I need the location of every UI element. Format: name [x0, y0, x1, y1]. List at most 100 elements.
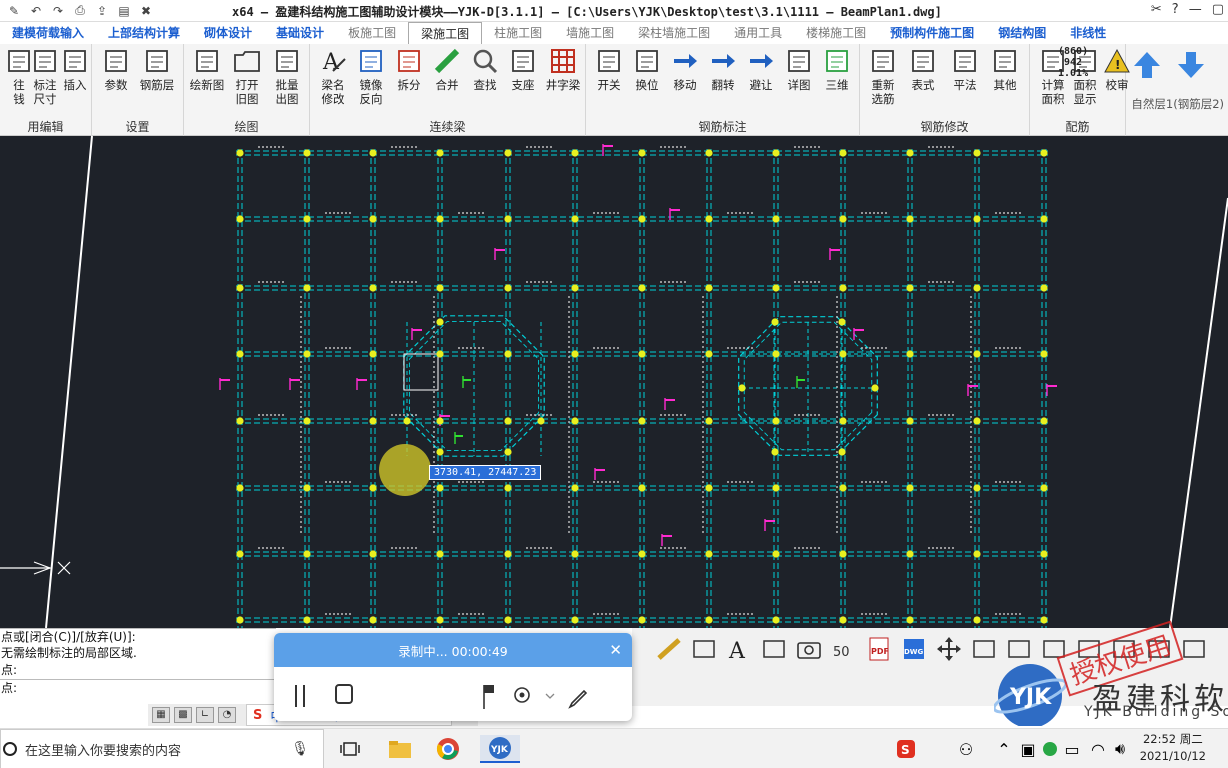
column-node: [772, 149, 780, 157]
ribbon-button[interactable]: 平法: [946, 46, 984, 114]
sogou-tray-icon[interactable]: S: [892, 735, 920, 763]
column-node: [906, 550, 914, 558]
module-tab[interactable]: 梁柱墙施工图: [626, 22, 722, 44]
snap-toggle-icon[interactable]: ▩: [174, 707, 192, 723]
redo-icon[interactable]: ↷: [50, 3, 66, 19]
polar-toggle-icon[interactable]: ◔: [218, 707, 236, 723]
tools-icon[interactable]: ✂: [1151, 2, 1162, 17]
pdf-icon[interactable]: PDF: [864, 634, 894, 664]
ribbon-group-title: 配筋: [1065, 120, 1090, 134]
ribbon-button[interactable]: 重新 选筋: [864, 46, 902, 114]
ribbon-button[interactable]: 井字梁: [544, 46, 582, 114]
measure-icon[interactable]: [689, 634, 719, 664]
text-style-icon[interactable]: A: [724, 634, 754, 664]
layer-down-icon[interactable]: [1176, 50, 1206, 80]
task-view-icon[interactable]: [336, 735, 364, 763]
ruler-icon[interactable]: [654, 634, 684, 664]
ribbon-button[interactable]: 表式: [904, 46, 942, 114]
export-icon[interactable]: ⇪: [94, 3, 110, 19]
pause-icon[interactable]: [295, 685, 305, 707]
ribbon-button[interactable]: 换位: [628, 46, 666, 114]
pen-icon[interactable]: [568, 689, 588, 709]
chrome-icon[interactable]: [434, 735, 462, 763]
module-tab[interactable]: 基础设计: [264, 22, 336, 44]
wrench-icon[interactable]: [759, 634, 789, 664]
column-node: [973, 417, 981, 425]
preview-icon[interactable]: ▤: [116, 3, 132, 19]
svg-text:PDF: PDF: [871, 647, 889, 656]
ribbon-button[interactable]: 支座: [504, 46, 542, 114]
drawing-canvas[interactable]: 3730.41, 27447.23: [0, 136, 1228, 628]
recording-popup: 录制中... 00:00:49 ✕: [274, 633, 632, 721]
ribbon-button[interactable]: 参数: [97, 46, 135, 114]
dropdown-caret-icon[interactable]: [545, 693, 555, 699]
ribbon-button[interactable]: 绘新图: [188, 46, 226, 114]
battery-icon[interactable]: ▭: [1058, 735, 1086, 763]
file-explorer-icon[interactable]: [386, 735, 414, 763]
yjk-taskbar-icon[interactable]: YJK: [480, 735, 520, 763]
app-edit-icon[interactable]: ✎: [6, 3, 22, 19]
drawing-border-line: [1169, 197, 1228, 628]
help-icon[interactable]: ?: [1172, 2, 1179, 17]
column-node: [504, 616, 512, 624]
module-tab[interactable]: 楼梯施工图: [794, 22, 878, 44]
command-input[interactable]: 点:: [0, 679, 276, 696]
print-icon[interactable]: ⎙: [72, 3, 88, 19]
people-icon[interactable]: ⚇: [952, 735, 980, 763]
layer-up-icon[interactable]: [1132, 50, 1162, 80]
module-tab[interactable]: 柱施工图: [482, 22, 554, 44]
ribbon-button[interactable]: 插入: [56, 46, 94, 114]
module-tab[interactable]: 预制构件施工图: [878, 22, 986, 44]
ribbon-button[interactable]: 三维: [818, 46, 856, 114]
module-tab[interactable]: 钢结构图: [986, 22, 1058, 44]
ribbon-button[interactable]: 合并: [428, 46, 466, 114]
column-node: [236, 550, 244, 558]
clock[interactable]: 22:52 周二 2021/10/12: [1140, 731, 1206, 765]
sogou-icon[interactable]: S: [253, 708, 262, 723]
module-tab[interactable]: 建模荷载输入: [0, 22, 96, 44]
ribbon-button[interactable]: 开关: [590, 46, 628, 114]
layer-selector[interactable]: 自然层1(钢筋层2): [1131, 96, 1224, 112]
webcam-icon[interactable]: [514, 687, 530, 703]
ribbon-button[interactable]: 翻转: [704, 46, 742, 114]
close-icon[interactable]: ✕: [609, 641, 622, 659]
ribbon-button[interactable]: 钢筋层: [138, 46, 176, 114]
taskbar-search[interactable]: 在这里输入你要搜索的内容 🎙︎: [0, 729, 324, 768]
ribbon-button[interactable]: 详图: [780, 46, 818, 114]
ortho-toggle-icon[interactable]: ∟: [196, 707, 214, 723]
minimize-icon[interactable]: —: [1189, 2, 1202, 17]
module-tab[interactable]: 板施工图: [336, 22, 408, 44]
ribbon-button[interactable]: A 梁名 修改: [314, 46, 352, 114]
command-window[interactable]: 点或[闭合(C)]/[放弃(U)]: 无需绘制标注的局部区域. 点: 点:: [0, 628, 276, 706]
ribbon-button[interactable]: ! 校审: [1098, 46, 1136, 114]
ribbon-button[interactable]: 打开 旧图: [228, 46, 266, 114]
flag-icon[interactable]: [483, 685, 494, 709]
scale-icon[interactable]: 50: [829, 634, 859, 664]
module-tab[interactable]: 墙施工图: [554, 22, 626, 44]
close-file-icon[interactable]: ✖: [138, 3, 154, 19]
ribbon-button[interactable]: 批量 出图: [268, 46, 306, 114]
module-tab[interactable]: 上部结构计算: [96, 22, 192, 44]
ribbon-button[interactable]: 查找: [466, 46, 504, 114]
maximize-icon[interactable]: ▢: [1212, 2, 1224, 17]
module-tab[interactable]: 梁施工图: [408, 22, 483, 44]
stop-icon[interactable]: [335, 684, 353, 704]
volume-icon[interactable]: 🔊︎: [1106, 735, 1134, 763]
module-tab[interactable]: 非线性: [1058, 22, 1118, 44]
ribbon-button[interactable]: 拆分: [390, 46, 428, 114]
module-tab[interactable]: 通用工具: [722, 22, 794, 44]
undo-icon[interactable]: ↶: [28, 3, 44, 19]
microphone-icon[interactable]: 🎙︎: [291, 741, 309, 757]
dwg-icon[interactable]: DWG: [899, 634, 929, 664]
ribbon-button[interactable]: 移动: [666, 46, 704, 114]
ribbon-button[interactable]: 其他: [986, 46, 1024, 114]
grid-toggle-icon[interactable]: ▦: [152, 707, 170, 723]
ribbon-button[interactable]: 镜像 反向: [352, 46, 390, 114]
pan-icon[interactable]: [934, 634, 964, 664]
clock-time: 22:52 周二: [1142, 732, 1203, 746]
camera-icon[interactable]: [794, 634, 824, 664]
ribbon-button[interactable]: 避让: [742, 46, 780, 114]
ribbon-button-label: 支座: [511, 78, 535, 92]
column-node: [1040, 616, 1048, 624]
module-tab[interactable]: 砌体设计: [192, 22, 264, 44]
